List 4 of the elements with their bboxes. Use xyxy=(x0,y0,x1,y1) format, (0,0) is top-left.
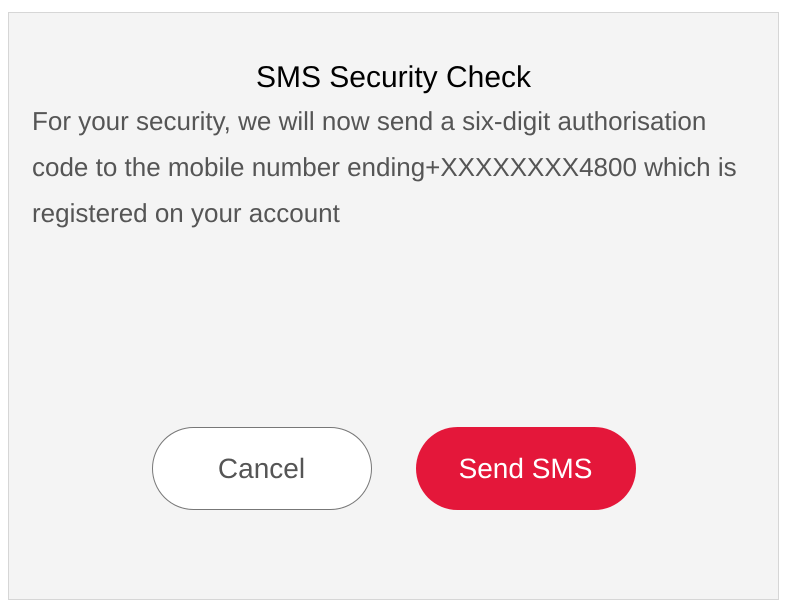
dialog-message: For your security, we will now send a six-digit authorisation code to the mobile number ending+XXXXXXXX4800 which is registered on your account xyxy=(32,105,738,230)
cancel-button[interactable]: Cancel xyxy=(152,427,372,510)
dialog-title: SMS Security Check xyxy=(256,60,532,96)
send-sms-button[interactable]: Send SMS xyxy=(416,427,636,510)
